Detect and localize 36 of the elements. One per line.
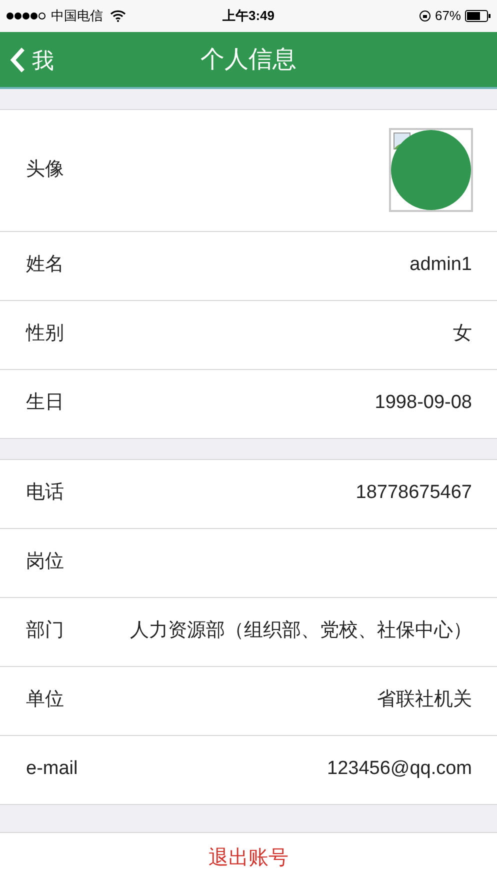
page-title: 个人信息 [200,44,296,75]
row-label: 性别 [26,322,64,346]
row-label: 岗位 [26,550,64,574]
status-time: 上午3:49 [222,7,275,26]
back-button[interactable]: 我 [10,44,54,77]
row-label: 姓名 [26,253,64,278]
row-value: admin1 [410,253,472,278]
row-value: 1998-09-08 [374,391,472,416]
info-row[interactable]: 电话 18778675467 [0,460,497,529]
row-value: 18778675467 [356,481,472,506]
row-value: 人力资源部（组织部、党校、社保中心） [130,619,472,644]
carrier-name: 中国电信 [51,7,103,26]
info-row[interactable]: 性别 女 [0,300,497,370]
signal-icon [6,12,48,20]
row-label: 单位 [26,688,64,712]
rotation-lock-icon [418,10,431,22]
info-row[interactable]: 姓名 admin1 [0,232,497,301]
row-value: 女 [453,322,472,346]
row-value: 省联社机关 [377,688,472,712]
row-label: 生日 [26,391,64,416]
logout-button[interactable]: 退出账号 [0,833,497,883]
row-label: 电话 [26,481,64,506]
battery-percent: 67% [434,7,461,26]
info-row[interactable]: 岗位 [0,528,497,598]
chevron-left-icon [10,47,26,74]
row-label: 部门 [26,619,64,644]
avatar-row[interactable]: 头像 [0,110,497,232]
info-row[interactable]: 生日 1998-09-08 [0,370,497,439]
row-label: e-mail [26,757,78,782]
row-label: 头像 [26,158,64,182]
battery-icon [465,10,491,22]
info-row[interactable]: 单位 省联社机关 [0,666,497,736]
info-row[interactable]: 部门 人力资源部（组织部、党校、社保中心） [0,598,497,667]
wifi-icon [110,10,126,22]
info-row[interactable]: e-mail 123456@qq.com [0,736,497,805]
row-value: 123456@qq.com [327,757,472,782]
